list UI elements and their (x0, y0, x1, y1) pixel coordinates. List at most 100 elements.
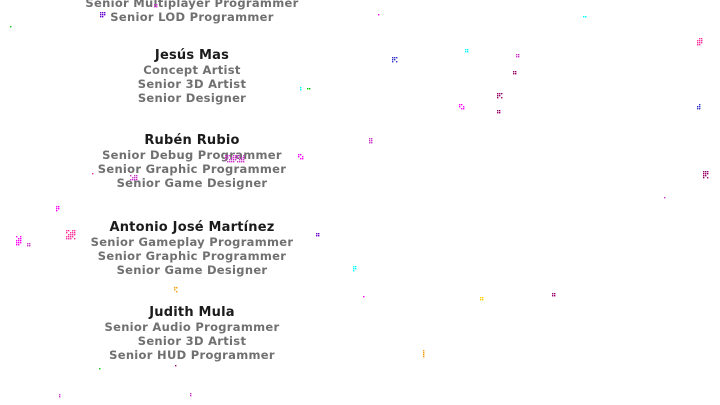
particle-cluster (703, 171, 709, 179)
particle-dot (74, 230, 76, 232)
particle-dot (27, 243, 29, 245)
particle-dot (66, 230, 68, 232)
particle-dot (59, 394, 61, 396)
particle-dot (231, 161, 233, 163)
particle-dot (701, 40, 703, 42)
particle-dot (699, 40, 701, 42)
particle-dot (499, 93, 501, 95)
particle-dot (705, 171, 707, 173)
particle-dot (516, 54, 518, 56)
particle-dot (241, 159, 243, 161)
particle-dot (703, 175, 705, 177)
particle-dot (136, 179, 138, 181)
particle-dot (300, 158, 302, 160)
particle-dot (552, 293, 554, 295)
particle-cluster (583, 16, 587, 18)
particle-cluster (174, 287, 178, 293)
particle-dot (27, 245, 29, 247)
particle-cluster (353, 266, 357, 272)
particle-dot (243, 159, 245, 161)
particle-dot (392, 57, 394, 59)
particle-dot (16, 240, 18, 242)
particle-dot (18, 238, 20, 240)
particle-cluster (175, 365, 177, 367)
particle-dot (552, 295, 554, 297)
particle-dot (235, 159, 237, 161)
particle-dot (16, 242, 18, 244)
particle-dot (583, 16, 585, 18)
particle-dot (461, 104, 463, 106)
particle-dot (243, 155, 245, 157)
particle-dot (482, 299, 484, 301)
particle-dot (518, 54, 520, 56)
particle-dot (699, 108, 701, 110)
particle-dot (74, 234, 76, 236)
particle-dot (369, 138, 371, 140)
particle-dot (699, 42, 701, 44)
particle-dot (235, 155, 237, 157)
particle-dot (225, 159, 227, 161)
particle-dot (70, 234, 72, 236)
particle-dot (482, 297, 484, 299)
particle-cluster (480, 297, 484, 301)
particle-dot (707, 173, 709, 175)
particle-cluster (99, 368, 101, 370)
particle-dot (396, 57, 398, 59)
particle-cluster (59, 394, 61, 398)
particle-dot (371, 142, 373, 144)
particle-dot (480, 299, 482, 301)
particle-dot (66, 236, 68, 238)
particle-dot (497, 95, 499, 97)
particle-dot (74, 232, 76, 234)
particle-dot (423, 352, 425, 354)
particle-cluster (225, 155, 245, 163)
particle-dot (18, 240, 20, 242)
particle-dot (513, 71, 515, 73)
particle-dot (463, 106, 465, 108)
particle-cluster (66, 230, 76, 240)
particle-cluster (465, 49, 469, 53)
particle-cluster (316, 233, 320, 237)
particle-dot (29, 243, 31, 245)
particle-dot (298, 156, 300, 158)
particle-dot (697, 42, 699, 44)
particle-cluster (363, 296, 365, 298)
particle-cluster (423, 350, 425, 358)
particle-dot (501, 97, 503, 99)
particle-cluster (664, 197, 666, 199)
particle-dot (156, 6, 158, 8)
particle-dot (225, 157, 227, 159)
particle-dot (70, 238, 72, 240)
particle-dot (516, 56, 518, 58)
particle-dot (72, 236, 74, 238)
particle-dot (363, 296, 365, 298)
particle-dot (513, 73, 515, 75)
particle-dot (72, 230, 74, 232)
particle-dot (241, 161, 243, 163)
particle-dot (231, 159, 233, 161)
particle-dot (29, 245, 31, 247)
particle-dot (309, 88, 311, 90)
particle-cluster (697, 104, 701, 110)
particle-dot (423, 356, 425, 358)
particle-dot (136, 175, 138, 177)
particle-cluster (154, 4, 158, 8)
particle-cluster (298, 154, 304, 160)
particle-dot (233, 157, 235, 159)
particle-dot (68, 234, 70, 236)
particle-dot (701, 38, 703, 40)
particle-dot (231, 157, 233, 159)
particle-cluster (552, 293, 556, 297)
particle-dot (465, 51, 467, 53)
particle-dot (229, 155, 231, 157)
particle-dot (20, 236, 22, 238)
particle-dot (499, 95, 501, 97)
particle-dot (20, 238, 22, 240)
particle-dot (130, 179, 132, 181)
particle-cluster (10, 26, 12, 28)
particle-dot (394, 59, 396, 61)
particle-dot (16, 244, 18, 246)
particle-dot (100, 14, 102, 16)
particle-dot (56, 208, 58, 210)
particle-dot (100, 12, 102, 14)
